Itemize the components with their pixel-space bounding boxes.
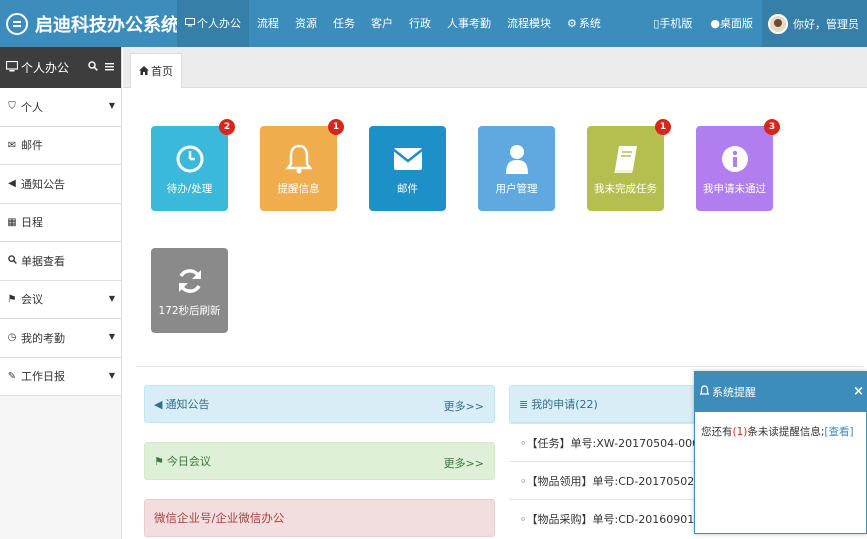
search-icon[interactable] <box>88 61 98 74</box>
sidebar-item-mail[interactable]: ✉ 邮件 <box>0 126 121 165</box>
monitor-icon <box>5 60 19 75</box>
tab-home[interactable]: 首页 <box>130 53 182 88</box>
tile-rejected-applications[interactable]: 我申请未通过 3 <box>696 119 780 211</box>
volume-icon: ◀ <box>8 178 16 190</box>
menu-icon[interactable] <box>105 61 114 74</box>
volume-icon: ◀ <box>154 397 163 411</box>
notices-more-link[interactable]: 更多>> <box>444 398 484 414</box>
desktop-version-link[interactable]: ●桌面版 <box>701 0 762 47</box>
avatar <box>768 13 788 34</box>
list-icon: ≣ <box>519 397 529 411</box>
meetings-more-link[interactable]: 更多>> <box>444 455 484 471</box>
popup-body: 您还有(1)条未读提醒信息;[查看] <box>701 426 854 438</box>
list-item[interactable]: ◦【任务】单号:XW-20170504-0003,日期:2 <box>509 423 699 461</box>
sidebar-item-daily-report[interactable]: ✎ 工作日报 ▼ <box>0 357 121 396</box>
user-menu[interactable]: 你好，管理员 <box>762 0 867 47</box>
tile-reminders[interactable]: 提醒信息 1 <box>260 119 344 211</box>
tile-badge: 1 <box>328 119 344 135</box>
panel-my-applications: ≣ 我的申请(22) <box>509 385 709 423</box>
clock-icon: ◷ <box>7 332 17 344</box>
app-logo[interactable]: 启迪科技办公系统 <box>6 9 179 39</box>
location-icon: ● <box>710 17 720 30</box>
tile-badge: 1 <box>655 119 671 135</box>
list-item[interactable]: ◦【物品领用】单号:CD-20170502-0001,日期 <box>509 461 699 499</box>
gear-icon: ⚙ <box>567 17 577 30</box>
envelope-icon <box>369 142 446 176</box>
book-icon <box>587 142 664 176</box>
view-reminders-link[interactable]: [查看] <box>824 426 853 438</box>
system-reminder-popup: 系统提醒 × 您还有(1)条未读提醒信息;[查看] <box>694 371 867 534</box>
nav-item-resources[interactable]: 资源 <box>287 0 325 47</box>
user-icon <box>478 142 555 176</box>
caret-down-icon: ▼ <box>108 101 115 110</box>
monitor-icon <box>185 0 195 47</box>
tile-mail[interactable]: 邮件 <box>369 126 446 211</box>
user-greeting: 你好，管理员 <box>793 17 859 31</box>
panel-notices: ◀ 通知公告 更多>> <box>144 385 495 423</box>
sidebar-item-attendance[interactable]: ◷ 我的考勤 ▼ <box>0 319 121 358</box>
sidebar-item-meeting[interactable]: ⚑ 会议 ▼ <box>0 280 121 319</box>
list-item[interactable]: ◦【物品采购】单号:CD-20160901-0007,日期 <box>509 499 699 537</box>
nav-item-workflow-module[interactable]: 流程模块 <box>499 0 559 47</box>
sidebar-item-personal[interactable]: ⛉ 个人 ▼ <box>0 88 121 127</box>
caret-down-icon: ▼ <box>108 293 115 303</box>
sidebar: 个人办公 ⛉ 个人 ▼ ✉ 邮件 ◀ 通知公告 ▦ 日程 单据查看 ⚑ 会议 ▼… <box>0 47 122 539</box>
close-icon[interactable]: × <box>853 384 864 399</box>
nav-item-hr-attendance[interactable]: 人事考勤 <box>439 0 499 47</box>
panel-today-meetings: ⚑ 今日会议 更多>> <box>144 442 495 480</box>
section-divider <box>136 366 863 367</box>
tile-unfinished-tasks[interactable]: 我未完成任务 1 <box>587 119 671 211</box>
tab-bar: 首页 <box>123 47 867 88</box>
app-title: 启迪科技办公系统 <box>35 15 179 36</box>
tile-refresh[interactable]: 172秒后刷新 <box>151 248 228 333</box>
calendar-icon: ▦ <box>7 216 17 228</box>
info-icon <box>696 142 773 176</box>
tile-badge: 2 <box>219 119 235 135</box>
nav-item-system[interactable]: ⚙ 系统 <box>559 0 609 47</box>
nav-item-workflow[interactable]: 流程 <box>249 0 287 47</box>
nav-item-tasks[interactable]: 任务 <box>325 0 363 47</box>
top-nav: 个人办公 流程 资源 任务 客户 行政 人事考勤 流程模块 ⚙ 系统 <box>177 0 609 47</box>
nav-item-admin[interactable]: 行政 <box>401 0 439 47</box>
popup-title: 系统提醒 <box>712 386 756 399</box>
popup-header: 系统提醒 × <box>695 372 866 412</box>
bell-icon <box>260 142 337 176</box>
nav-item-customers[interactable]: 客户 <box>363 0 401 47</box>
sidebar-item-schedule[interactable]: ▦ 日程 <box>0 203 121 242</box>
sidebar-item-documents[interactable]: 单据查看 <box>0 242 121 281</box>
home-icon <box>139 65 149 78</box>
panel-wechat: 微信企业号/企业微信办公 <box>144 499 495 537</box>
sidebar-item-notices[interactable]: ◀ 通知公告 <box>0 165 121 204</box>
bell-icon <box>699 385 710 399</box>
caret-down-icon: ▼ <box>108 370 115 380</box>
search-icon <box>6 254 18 267</box>
flag-icon: ⚑ <box>154 454 164 468</box>
unread-count: (1) <box>732 426 748 438</box>
refresh-icon <box>151 264 228 298</box>
clock-icon <box>151 142 228 176</box>
top-right-links: ▯手机版 ●桌面版 你好，管理员 <box>644 0 867 47</box>
envelope-icon: ✉ <box>7 139 17 151</box>
flag-icon: ⚑ <box>7 293 17 305</box>
sidebar-title: 个人办公 <box>21 61 70 75</box>
bookmark-icon: ⛉ <box>8 101 16 113</box>
tile-todo[interactable]: 待办/处理 2 <box>151 119 235 211</box>
logo-icon <box>6 13 28 35</box>
tile-user-management[interactable]: 用户管理 <box>478 126 555 211</box>
caret-down-icon: ▼ <box>108 332 115 341</box>
top-bar: 启迪科技办公系统 个人办公 流程 资源 任务 客户 行政 人事考勤 流程模块 ⚙… <box>0 0 867 47</box>
mobile-version-link[interactable]: ▯手机版 <box>644 0 701 47</box>
nav-item-personal-office[interactable]: 个人办公 <box>177 0 249 47</box>
edit-icon: ✎ <box>7 370 17 382</box>
sidebar-header: 个人办公 <box>0 47 121 88</box>
tile-badge: 3 <box>764 119 780 135</box>
